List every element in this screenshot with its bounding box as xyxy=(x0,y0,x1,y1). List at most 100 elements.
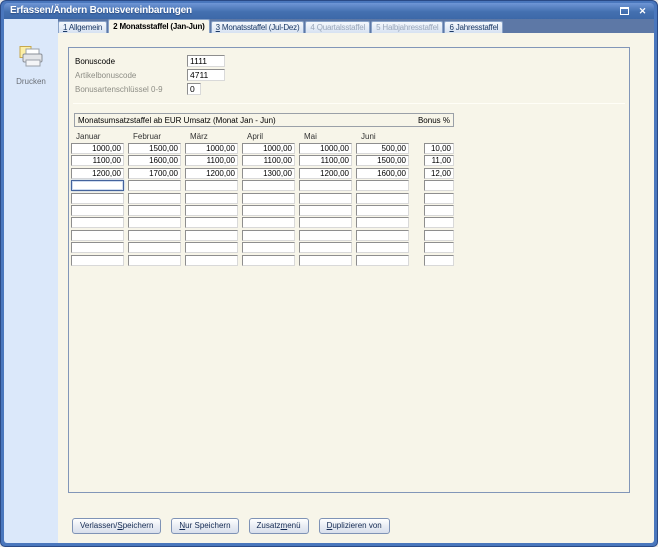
month-cell-r8-c4[interactable] xyxy=(299,242,352,253)
button-nur-speichern[interactable]: Nur Speichern xyxy=(171,518,238,534)
month-cell-r6-c5[interactable] xyxy=(356,217,409,228)
month-cell-r7-c0[interactable] xyxy=(71,230,124,241)
month-cell-r3-c2[interactable] xyxy=(185,180,238,191)
month-cell-r4-c3[interactable] xyxy=(242,193,295,204)
month-cell-r8-c2[interactable] xyxy=(185,242,238,253)
column-header-mai: Mai xyxy=(299,132,352,141)
month-cell-r5-c5[interactable] xyxy=(356,205,409,216)
month-cell-r3-c4[interactable] xyxy=(299,180,352,191)
month-cell-r9-c0[interactable] xyxy=(71,255,124,266)
month-cell-r6-c4[interactable] xyxy=(299,217,352,228)
column-header-märz: März xyxy=(185,132,238,141)
month-cell-r6-c3[interactable] xyxy=(242,217,295,228)
bonusartenschluessel-field[interactable]: 0 xyxy=(187,83,201,95)
printer-icon xyxy=(16,45,46,69)
grid-row-7 xyxy=(71,230,454,241)
month-cell-r6-c1[interactable] xyxy=(128,217,181,228)
month-cell-r4-c5[interactable] xyxy=(356,193,409,204)
bonus-cell-r2[interactable]: 12,00 xyxy=(424,168,454,179)
month-cell-r7-c3[interactable] xyxy=(242,230,295,241)
column-header-juni: Juni xyxy=(356,132,409,141)
month-cell-r4-c2[interactable] xyxy=(185,193,238,204)
month-cell-r4-c0[interactable] xyxy=(71,193,124,204)
month-cell-r3-c0[interactable] xyxy=(71,180,124,191)
tab-2-monatsstaffel-jan-jun[interactable]: 2 Monatsstaffel (Jan-Jun) xyxy=(108,19,209,33)
action-button-row: Verlassen/Speichern Nur Speichern Zusatzme… xyxy=(72,518,390,534)
month-cell-r6-c2[interactable] xyxy=(185,217,238,228)
month-cell-r9-c5[interactable] xyxy=(356,255,409,266)
month-cell-r8-c3[interactable] xyxy=(242,242,295,253)
month-cell-r5-c4[interactable] xyxy=(299,205,352,216)
month-cell-r0-c4[interactable]: 1000,00 xyxy=(299,143,352,154)
month-cell-r0-c5[interactable]: 500,00 xyxy=(356,143,409,154)
tab-1-allgemein[interactable]: 1 Allgemein xyxy=(58,21,107,33)
bonuscode-label: Bonuscode xyxy=(75,56,115,68)
month-cell-r0-c0[interactable]: 1000,00 xyxy=(71,143,124,154)
month-cell-r7-c5[interactable] xyxy=(356,230,409,241)
bonus-cell-r5[interactable] xyxy=(424,205,454,216)
month-cell-r1-c2[interactable]: 1100,00 xyxy=(185,155,238,166)
month-cell-r9-c3[interactable] xyxy=(242,255,295,266)
month-cell-r9-c4[interactable] xyxy=(299,255,352,266)
tab-6-jahresstaffel[interactable]: 6 Jahresstaffel xyxy=(444,21,503,33)
month-cell-r4-c1[interactable] xyxy=(128,193,181,204)
month-cell-r1-c4[interactable]: 1100,00 xyxy=(299,155,352,166)
month-cell-r3-c1[interactable] xyxy=(128,180,181,191)
artikelbonuscode-field[interactable]: 4711 xyxy=(187,69,225,81)
month-cell-r8-c0[interactable] xyxy=(71,242,124,253)
bonus-cell-r6[interactable] xyxy=(424,217,454,228)
month-cell-r0-c3[interactable]: 1000,00 xyxy=(242,143,295,154)
month-cell-r8-c1[interactable] xyxy=(128,242,181,253)
main-area: 1 Allgemein2 Monatsstaffel (Jan-Jun)3 Mo… xyxy=(58,19,654,543)
month-cell-r7-c4[interactable] xyxy=(299,230,352,241)
tab-page: Bonuscode Artikelbonuscode Bonusartensch… xyxy=(58,33,654,543)
month-cell-r7-c2[interactable] xyxy=(185,230,238,241)
close-button[interactable]: ✕ xyxy=(636,5,649,17)
month-cell-r5-c0[interactable] xyxy=(71,205,124,216)
button-duplizieren-von[interactable]: Duplizieren von xyxy=(319,518,390,534)
month-cell-r5-c3[interactable] xyxy=(242,205,295,216)
restore-button[interactable] xyxy=(618,5,631,17)
bonus-cell-r1[interactable]: 11,00 xyxy=(424,155,454,166)
grid-row-1: 1100,00 1600,00 1100,00 1100,00 1100,00 1500,… xyxy=(71,155,454,166)
month-cell-r1-c3[interactable]: 1100,00 xyxy=(242,155,295,166)
month-cell-r5-c2[interactable] xyxy=(185,205,238,216)
bonusartenschluessel-label: Bonusartenschlüssel 0-9 xyxy=(75,84,163,96)
button-zusatzmenü[interactable]: Zusatzmenü xyxy=(249,518,309,534)
bonus-cell-r3[interactable] xyxy=(424,180,454,191)
print-action[interactable]: Drucken xyxy=(16,45,46,86)
month-cell-r0-c1[interactable]: 1500,00 xyxy=(128,143,181,154)
month-cell-r2-c1[interactable]: 1700,00 xyxy=(128,168,181,179)
month-cell-r3-c5[interactable] xyxy=(356,180,409,191)
bonus-cell-r0[interactable]: 10,00 xyxy=(424,143,454,154)
bonus-cell-r7[interactable] xyxy=(424,230,454,241)
month-cell-r3-c3[interactable] xyxy=(242,180,295,191)
month-cell-r1-c5[interactable]: 1500,00 xyxy=(356,155,409,166)
month-cell-r1-c1[interactable]: 1600,00 xyxy=(128,155,181,166)
month-cell-r1-c0[interactable]: 1100,00 xyxy=(71,155,124,166)
bonuscode-field[interactable]: 1111 xyxy=(187,55,225,67)
sidebar: Drucken xyxy=(4,19,58,543)
month-cell-r8-c5[interactable] xyxy=(356,242,409,253)
month-cell-r7-c1[interactable] xyxy=(128,230,181,241)
month-cell-r2-c4[interactable]: 1200,00 xyxy=(299,168,352,179)
month-cell-r2-c2[interactable]: 1200,00 xyxy=(185,168,238,179)
month-cell-r5-c1[interactable] xyxy=(128,205,181,216)
tab-3-monatsstaffel-jul-dez[interactable]: 3 Monatsstaffel (Jul-Dez) xyxy=(211,21,305,33)
bonus-groupbox: Bonuscode Artikelbonuscode Bonusartensch… xyxy=(68,47,630,493)
column-header-februar: Februar xyxy=(128,132,181,141)
month-cell-r9-c2[interactable] xyxy=(185,255,238,266)
month-cell-r2-c3[interactable]: 1300,00 xyxy=(242,168,295,179)
month-cell-r4-c4[interactable] xyxy=(299,193,352,204)
month-cell-r9-c1[interactable] xyxy=(128,255,181,266)
bonus-cell-r8[interactable] xyxy=(424,242,454,253)
month-cell-r0-c2[interactable]: 1000,00 xyxy=(185,143,238,154)
button-verlassen-speichern[interactable]: Verlassen/Speichern xyxy=(72,518,161,534)
month-cell-r2-c5[interactable]: 1600,00 xyxy=(356,168,409,179)
close-icon: ✕ xyxy=(639,5,647,17)
restore-icon xyxy=(620,7,629,15)
bonus-cell-r9[interactable] xyxy=(424,255,454,266)
month-cell-r2-c0[interactable]: 1200,00 xyxy=(71,168,124,179)
month-cell-r6-c0[interactable] xyxy=(71,217,124,228)
bonus-cell-r4[interactable] xyxy=(424,193,454,204)
